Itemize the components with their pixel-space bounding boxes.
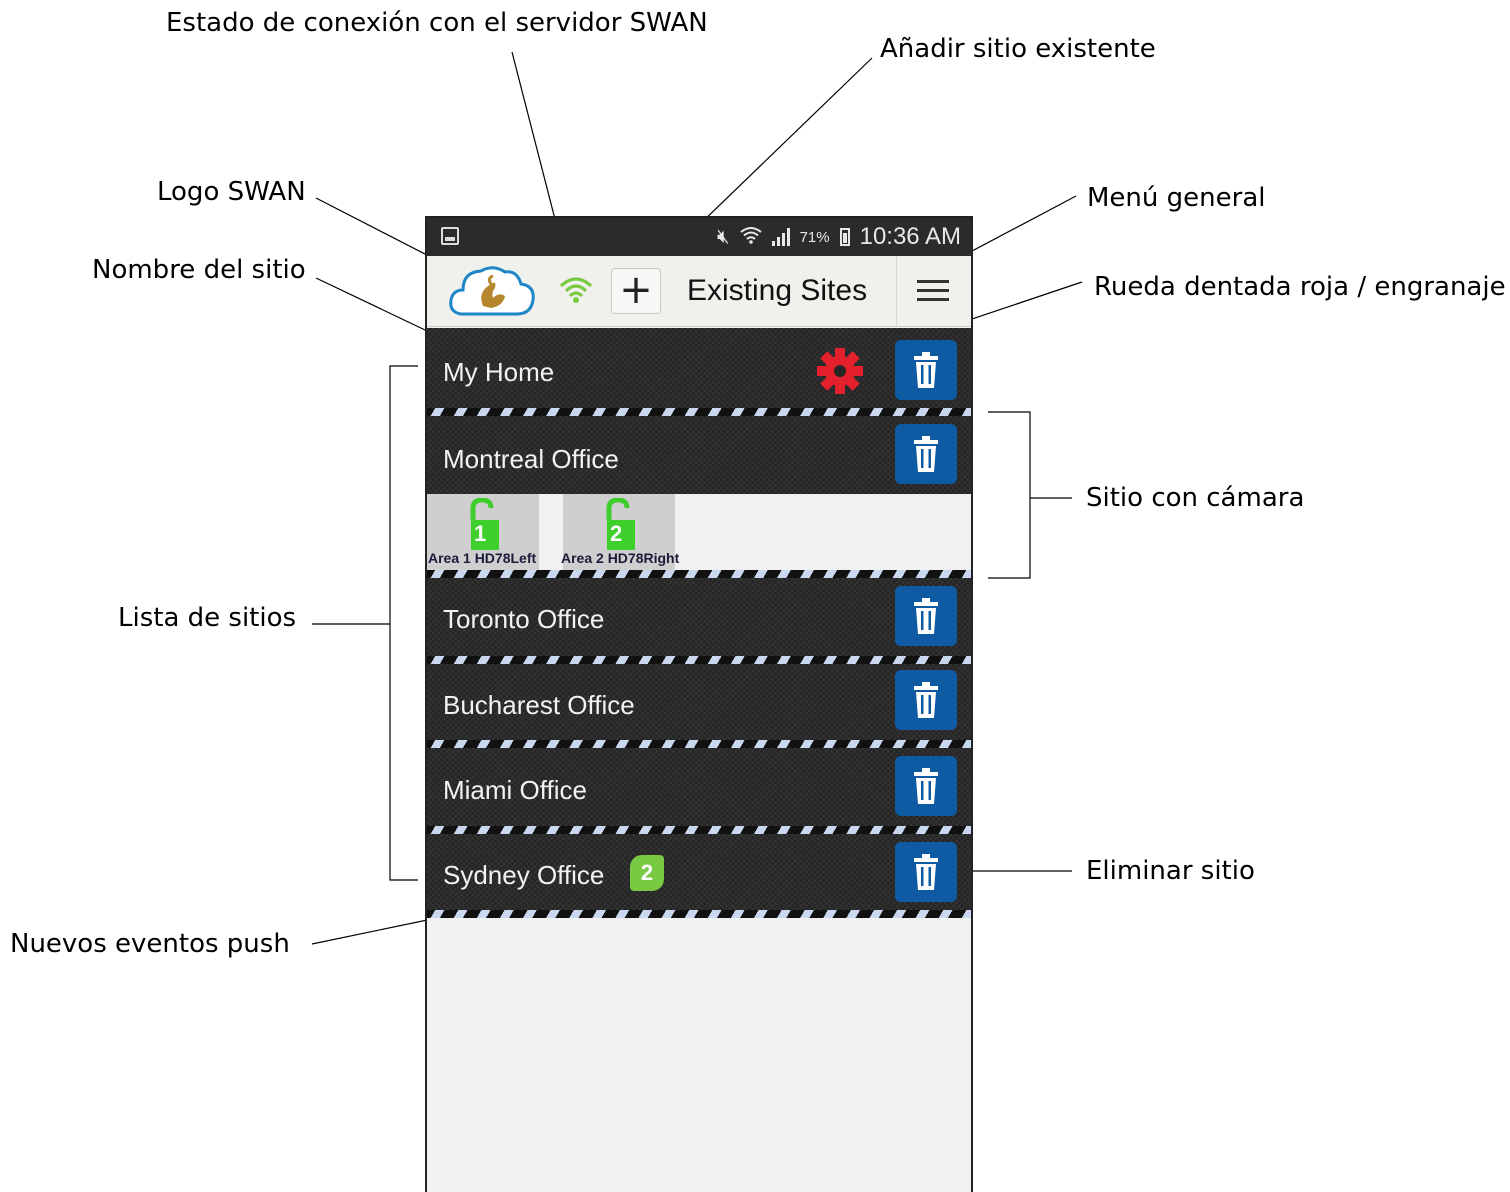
delete-site-button[interactable] <box>895 842 957 902</box>
row-divider <box>427 408 971 416</box>
status-bar: 🔇︎ 71% 10:36 AM <box>427 218 971 256</box>
delete-site-button[interactable] <box>895 424 957 484</box>
annotation-general-menu: Menú general <box>1087 183 1266 213</box>
camera-strip: 1 2 Area 1 HD78Left Area 2 HD78Right <box>427 494 971 572</box>
status-time: 10:36 AM <box>859 223 961 250</box>
site-row-miami[interactable]: Miami Office <box>427 748 971 828</box>
site-name: Toronto Office <box>443 604 605 634</box>
row-divider <box>427 826 971 834</box>
annotation-logo: Logo SWAN <box>157 177 306 207</box>
site-row-montreal[interactable]: Montreal Office <box>427 416 971 494</box>
annotation-site-name: Nombre del sitio <box>92 255 306 285</box>
add-site-button[interactable]: + <box>611 268 661 314</box>
site-row-my-home[interactable]: My Home <box>427 328 971 408</box>
delete-site-button[interactable] <box>895 340 957 400</box>
annotation-connection-status: Estado de conexión con el servidor SWAN <box>166 8 708 38</box>
annotation-camera-site: Sitio con cámara <box>1086 483 1305 513</box>
annotation-push-events: Nuevos eventos push <box>10 929 290 959</box>
site-name: My Home <box>443 357 555 387</box>
general-menu-button[interactable] <box>896 256 971 326</box>
annotation-delete-site: Eliminar sitio <box>1086 856 1255 886</box>
row-divider <box>427 740 971 748</box>
swan-logo[interactable] <box>447 262 537 320</box>
push-events-badge: 2 <box>630 855 664 891</box>
battery-percent: 71% <box>799 228 830 246</box>
signal-icon <box>771 228 790 246</box>
page-title: Existing Sites <box>687 274 868 307</box>
delete-site-button[interactable] <box>895 586 957 646</box>
camera-label: Area 1 HD78Left <box>428 550 537 566</box>
site-name: Montreal Office <box>443 444 619 474</box>
toolbar: + Existing Sites <box>427 256 971 327</box>
camera-label: Area 2 HD78Right <box>561 550 680 566</box>
delete-site-button[interactable] <box>895 756 957 816</box>
camera-number: 2 <box>610 521 623 546</box>
site-name: Bucharest Office <box>443 690 635 720</box>
annotation-site-list: Lista de sitios <box>118 603 297 633</box>
site-name: Sydney Office <box>443 860 605 890</box>
site-name: Miami Office <box>443 775 587 805</box>
row-divider <box>427 910 971 918</box>
site-row-toronto[interactable]: Toronto Office <box>427 578 971 656</box>
server-connection-icon <box>559 272 593 306</box>
annotation-add-site: Añadir sitio existente <box>880 34 1156 64</box>
site-row-bucharest[interactable]: Bucharest Office <box>427 664 971 742</box>
camera-number: 1 <box>474 521 487 546</box>
annotation-gear: Rueda dentada roja / engranaje <box>1094 272 1506 302</box>
site-row-sydney[interactable]: Sydney Office 2 <box>427 834 971 912</box>
battery-charging-icon <box>839 228 850 246</box>
gear-icon[interactable] <box>815 346 865 396</box>
mute-icon: 🔇︎ <box>716 225 730 248</box>
wifi-icon <box>739 223 762 251</box>
row-divider <box>427 656 971 664</box>
delete-site-button[interactable] <box>895 670 957 730</box>
row-divider <box>427 570 971 578</box>
gallery-icon <box>441 227 459 245</box>
phone-screen: 🔇︎ 71% 10:36 AM + Existing Sites My Home… <box>425 216 973 1192</box>
